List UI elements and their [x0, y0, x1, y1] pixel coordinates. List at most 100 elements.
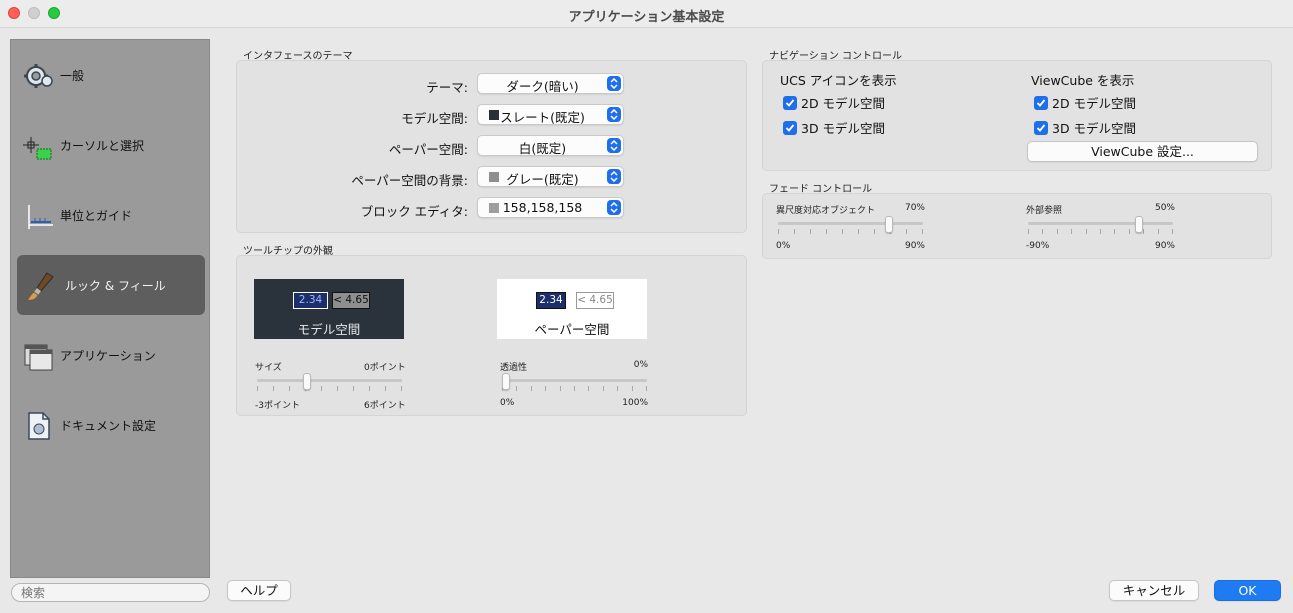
sidebar-item-label: カーソルと選択 — [60, 139, 145, 153]
slider-knob[interactable] — [1135, 216, 1143, 233]
annotative-slider-label: 異尺度対応オブジェクト — [776, 206, 876, 216]
paper-background-select[interactable]: グレー(既定) — [477, 166, 624, 187]
gear-icon — [24, 64, 53, 88]
chevron-updown-icon — [607, 200, 621, 215]
slider-tick — [1158, 229, 1159, 234]
slider-tick — [778, 229, 779, 234]
theme-select[interactable]: ダーク(暗い) — [477, 73, 624, 94]
slider-tick — [874, 229, 875, 234]
slider-tick — [858, 229, 859, 234]
viewcube-2d-checkbox[interactable]: 2D モデル空間 — [1034, 93, 1136, 112]
slider-tick — [574, 386, 575, 391]
slider-tick — [588, 386, 589, 391]
model-space-select[interactable]: スレート(既定) — [477, 104, 624, 125]
checkmark-icon — [783, 121, 797, 135]
annotative-fade-slider[interactable] — [778, 216, 923, 235]
slider-knob[interactable] — [885, 216, 893, 233]
slider-track — [257, 379, 402, 382]
slider-tick — [1172, 229, 1173, 234]
transparency-slider-label: 透過性 — [500, 363, 528, 373]
sidebar-item-units-guides[interactable]: 単位とガイド — [17, 185, 205, 245]
interface-theme-group: テーマ: ダーク(暗い) モデル空間: スレート(既定) ペーパー空間: 白(既… — [236, 60, 747, 233]
windows-icon — [24, 344, 53, 371]
chevron-updown-icon — [607, 107, 621, 122]
chevron-updown-icon — [607, 76, 621, 91]
slider-tick — [545, 386, 546, 391]
paper-background-value: グレー(既定) — [506, 172, 579, 187]
cancel-button[interactable]: キャンセル — [1109, 580, 1199, 601]
chevron-updown-icon — [607, 169, 621, 184]
model-space-tooltip-preview: 2.34 < 4.65 モデル空間 — [254, 279, 404, 339]
slider-tick — [531, 386, 532, 391]
size-slider-max: 6ポイント — [364, 401, 406, 411]
sidebar-item-application[interactable]: アプリケーション — [17, 325, 205, 385]
slider-tick — [617, 386, 618, 391]
sidebar-item-label: ルック & フィール — [65, 279, 166, 293]
checkmark-icon — [1034, 96, 1048, 110]
slider-tick — [603, 386, 604, 391]
checkbox-label: 2D モデル空間 — [801, 96, 886, 111]
xref-slider-current: 50% — [1154, 203, 1175, 213]
title-bar: アプリケーション基本設定 — [0, 0, 1293, 28]
fade-control-group: 異尺度対応オブジェクト 70% 0% 90% 外部参照 50% -90% 90% — [762, 193, 1272, 259]
xref-slider-min: -90% — [1026, 241, 1050, 251]
slider-tick — [632, 386, 633, 391]
slider-knob[interactable] — [303, 373, 311, 390]
ucs-3d-checkbox[interactable]: 3D モデル空間 — [783, 118, 885, 137]
document-icon — [28, 412, 50, 440]
viewcube-heading: ViewCube を表示 — [1031, 73, 1135, 88]
viewcube-3d-checkbox[interactable]: 3D モデル空間 — [1034, 118, 1136, 137]
tooltip-appearance-group: 2.34 < 4.65 モデル空間 2.34 < 4.65 ペーパー空間 サイズ… — [236, 255, 747, 416]
slider-knob[interactable] — [502, 373, 510, 390]
paper-space-select[interactable]: 白(既定) — [477, 135, 624, 156]
sidebar-item-look-feel[interactable]: ルック & フィール — [17, 255, 205, 315]
annotative-slider-max: 90% — [904, 241, 925, 251]
slider-tick — [560, 386, 561, 391]
ok-button[interactable]: OK — [1214, 580, 1281, 601]
size-slider-label: サイズ — [255, 363, 282, 373]
ucs-heading: UCS アイコンを表示 — [780, 73, 897, 88]
sidebar-item-cursor-selection[interactable]: カーソルと選択 — [17, 115, 205, 175]
ucs-2d-checkbox[interactable]: 2D モデル空間 — [783, 93, 885, 112]
window-title: アプリケーション基本設定 — [568, 10, 725, 25]
slider-tick — [273, 386, 274, 391]
transparency-slider-current: 0% — [633, 360, 648, 370]
ruler-icon — [28, 205, 53, 229]
slider-tick — [646, 386, 647, 391]
size-slider-min: -3ポイント — [255, 401, 300, 411]
slider-tick — [1086, 229, 1087, 234]
checkbox-label: 3D モデル空間 — [1052, 121, 1137, 136]
sidebar-item-label: アプリケーション — [60, 349, 156, 363]
theme-value: ダーク(暗い) — [506, 79, 579, 94]
slider-track — [502, 379, 647, 382]
slider-tick — [401, 386, 402, 391]
slider-tick — [1100, 229, 1101, 234]
sidebar-item-document-settings[interactable]: ドキュメント設定 — [17, 395, 205, 455]
slider-tick — [353, 386, 354, 391]
size-slider[interactable] — [257, 373, 402, 392]
block-editor-select[interactable]: 158,158,158 — [477, 197, 624, 218]
slider-tick — [1071, 229, 1072, 234]
slider-tick — [1028, 229, 1029, 234]
checkbox-label: 2D モデル空間 — [1052, 96, 1137, 111]
slider-tick — [1143, 229, 1144, 234]
checkmark-icon — [783, 96, 797, 110]
viewcube-settings-button[interactable]: ViewCube 設定... — [1027, 141, 1258, 162]
preview-label: モデル空間 — [297, 322, 361, 337]
slider-tick — [369, 386, 370, 391]
preview-value-2: < 4.65 — [576, 292, 614, 309]
paper-background-label: ペーパー空間の背景: — [351, 173, 468, 188]
help-button[interactable]: ヘルプ — [227, 580, 291, 601]
transparency-slider[interactable] — [502, 373, 647, 392]
slider-tick — [1042, 229, 1043, 234]
cursor-select-icon — [23, 137, 52, 160]
xref-fade-slider[interactable] — [1028, 216, 1173, 235]
size-slider-current: 0ポイント — [364, 363, 406, 373]
slider-tick — [385, 386, 386, 391]
sidebar-item-label: 単位とガイド — [60, 209, 133, 223]
slider-tick — [906, 229, 907, 234]
block-editor-value: 158,158,158 — [502, 200, 583, 215]
sidebar-item-general[interactable]: 一般 — [17, 45, 205, 105]
slider-tick — [1057, 229, 1058, 234]
search-input[interactable] — [11, 583, 210, 602]
